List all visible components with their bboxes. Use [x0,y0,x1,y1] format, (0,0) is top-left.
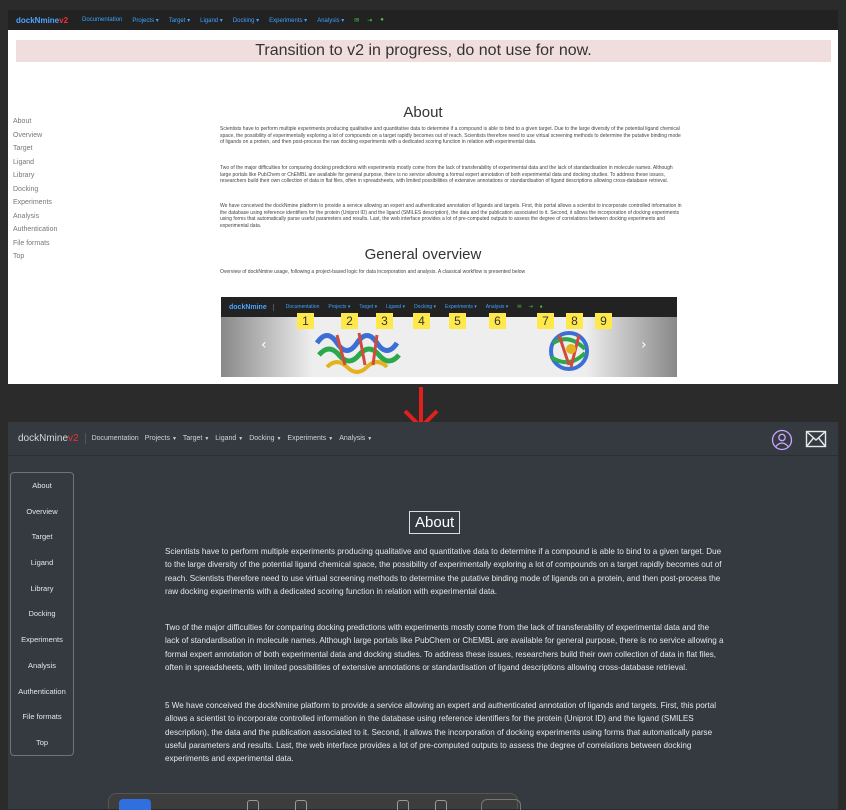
nav-docking[interactable]: Docking ▼ [249,435,281,442]
carousel-nav-analysis: Analysis ▾ [485,304,509,310]
old-overview-text: Overview of dockNmine usage, following a… [220,269,526,275]
protein-structure-image [314,332,401,374]
workflow-step-1: 1 [297,313,314,329]
old-nav-analysis[interactable]: Analysis ▾ [317,17,344,24]
old-sidebar-experiments[interactable]: Experiments [13,199,93,213]
old-navbar: dockNminev2 Documentation Projects ▾ Tar… [8,10,838,30]
caret-down-icon: ▼ [276,436,282,442]
mail-icon[interactable] [805,430,827,448]
old-sidebar: About Overview Target Ligand Library Doc… [13,118,93,267]
carousel-nav-documentation: Documentation [285,304,320,310]
sidebar-item-about[interactable]: About [11,473,73,499]
carousel-nav-docking: Docking ▾ [414,304,437,310]
workflow-step-4: 4 [413,313,430,329]
old-user-icon[interactable]: ● [380,17,384,23]
brand-logo[interactable]: dockNminev2 [18,433,86,444]
old-login-icon[interactable]: ⇥ [367,17,372,24]
workflow-step-8: 8 [566,313,583,329]
old-nav-target[interactable]: Target ▾ [169,17,190,24]
carousel-mail-icon: ✉ [517,304,522,310]
carousel-nav-projects: Projects ▾ [328,304,351,310]
carousel-nav-ligand: Ligand ▾ [386,304,406,310]
old-nav-ligand[interactable]: Ligand ▾ [200,17,223,24]
user-icon[interactable] [771,429,793,451]
taskbar-toggle[interactable] [481,799,521,810]
protein-structure-image-2 [549,331,589,371]
carousel-nav-experiments: Experiments ▾ [445,304,477,310]
sidebar-item-overview[interactable]: Overview [11,499,73,525]
caret-down-icon: ▼ [171,436,177,442]
carousel-next-button[interactable]: › [641,337,647,353]
nav-ligand[interactable]: Ligand ▼ [215,435,243,442]
caret-down-icon: ▼ [367,436,373,442]
caret-down-icon: ▼ [204,436,210,442]
old-sidebar-authentication[interactable]: Authentication [13,226,93,240]
nav-target[interactable]: Target ▼ [183,435,209,442]
old-brand[interactable]: dockNminev2 [16,16,68,25]
new-version-screenshot: dockNminev2 Documentation Projects ▼ Tar… [8,422,838,809]
old-sidebar-target[interactable]: Target [13,145,93,159]
old-version-screenshot: dockNminev2 Documentation Projects ▾ Tar… [8,10,838,384]
old-overview-title: General overview [364,246,482,263]
sidebar-item-top[interactable]: Top [11,730,73,756]
old-nav-experiments[interactable]: Experiments ▾ [269,17,307,24]
sidebar-item-file-formats[interactable]: File formats [11,704,73,730]
carousel-user-icon: ● [539,304,543,310]
old-sidebar-ligand[interactable]: Ligand [13,159,93,173]
old-about-para-2: Two of the major difficulties for compar… [220,165,673,185]
old-about-para-3: We have conceived the dockNmine platform… [220,203,682,229]
sidebar-item-target[interactable]: Target [11,524,73,550]
sidebar-item-ligand[interactable]: Ligand [11,550,73,576]
carousel-login-icon: ⇥ [528,304,533,310]
old-sidebar-docking[interactable]: Docking [13,186,93,200]
old-nav-projects[interactable]: Projects ▾ [132,17,158,24]
sidebar-item-library[interactable]: Library [11,576,73,602]
carousel-brand: dockNmine [229,303,274,311]
sidebar-item-analysis[interactable]: Analysis [11,653,73,679]
workflow-carousel[interactable]: dockNmine Documentation Projects ▾ Targe… [221,297,677,377]
sidebar-item-authentication[interactable]: Authentication [11,679,73,705]
old-mail-icon[interactable]: ✉ [354,17,359,24]
old-sidebar-library[interactable]: Library [13,172,93,186]
workflow-step-7: 7 [537,313,554,329]
old-about-title: About [403,104,443,121]
nav-documentation[interactable]: Documentation [92,435,139,442]
navbar: dockNminev2 Documentation Projects ▼ Tar… [8,422,838,456]
taskbar [108,793,521,810]
workflow-step-3: 3 [376,313,393,329]
start-button-icon[interactable] [119,799,151,810]
old-about-para-1: Scientists have to perform multiple expe… [220,126,681,146]
old-nav-documentation[interactable]: Documentation [82,17,122,23]
nav-experiments[interactable]: Experiments ▼ [287,435,333,442]
caret-down-icon: ▼ [328,436,334,442]
sidebar-item-docking[interactable]: Docking [11,601,73,627]
caret-down-icon: ▼ [238,436,244,442]
nav-projects[interactable]: Projects ▼ [145,435,177,442]
warning-banner: Transition to v2 in progress, do not use… [16,40,831,62]
page-title: About [409,511,461,534]
old-sidebar-overview[interactable]: Overview [13,132,93,146]
workflow-step-5: 5 [449,313,466,329]
old-sidebar-analysis[interactable]: Analysis [13,213,93,227]
about-paragraph-1: Scientists have to perform multiple expe… [165,547,722,596]
nav-analysis[interactable]: Analysis ▼ [339,435,372,442]
sidebar: About Overview Target Ligand Library Doc… [10,472,74,756]
old-nav-docking[interactable]: Docking ▾ [233,17,259,24]
carousel-prev-button[interactable]: ‹ [261,337,267,353]
about-paragraph-3: 5 We have conceived the dockNmine platfo… [165,701,716,764]
workflow-step-9: 9 [595,313,612,329]
workflow-step-2: 2 [341,313,358,329]
workflow-step-6: 6 [489,313,506,329]
carousel-nav-target: Target ▾ [359,304,378,310]
sidebar-item-experiments[interactable]: Experiments [11,627,73,653]
about-paragraph-2: Two of the major difficulties for compar… [165,623,724,672]
